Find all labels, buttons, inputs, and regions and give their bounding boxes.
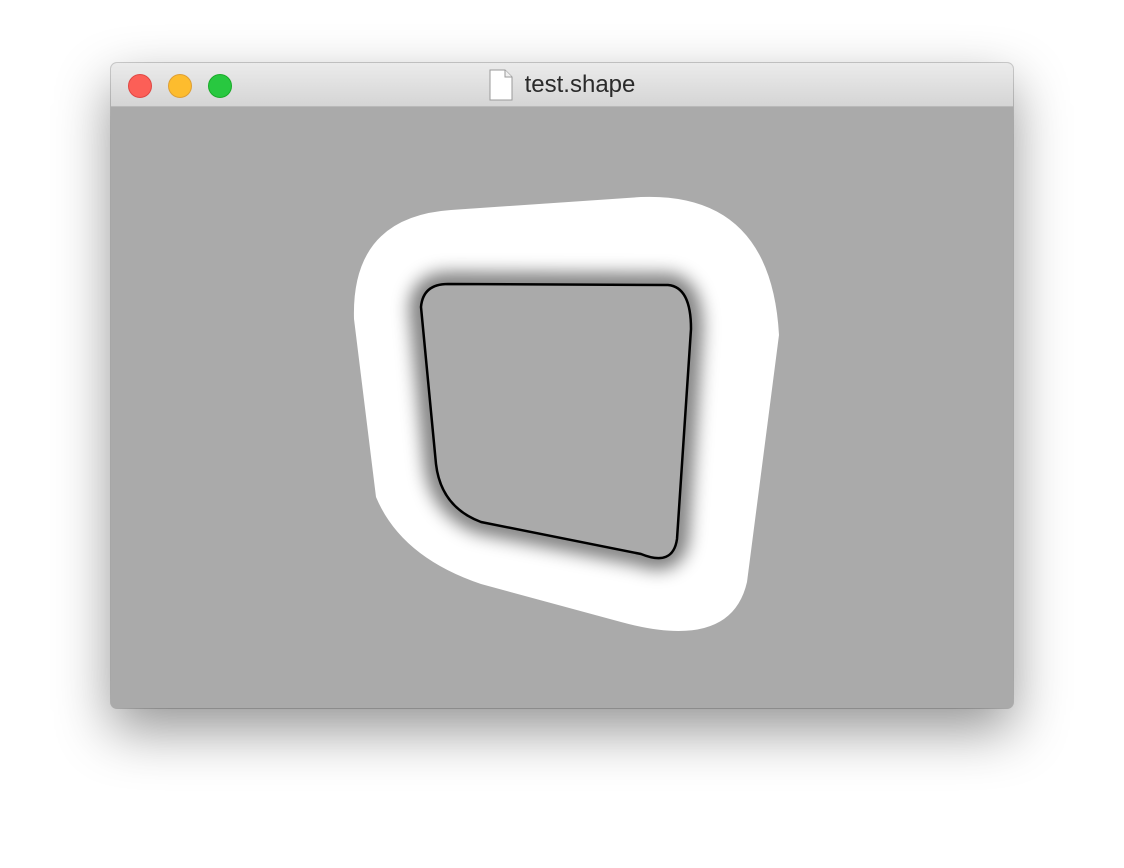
window-title-group: test.shape [111,63,1013,107]
document-icon [489,69,513,101]
shape-drawing [353,196,779,631]
window-title: test.shape [524,71,636,98]
app-window: test.shape [111,63,1013,708]
shape-canvas[interactable] [111,107,1013,708]
title-bar[interactable]: test.shape [111,63,1013,107]
